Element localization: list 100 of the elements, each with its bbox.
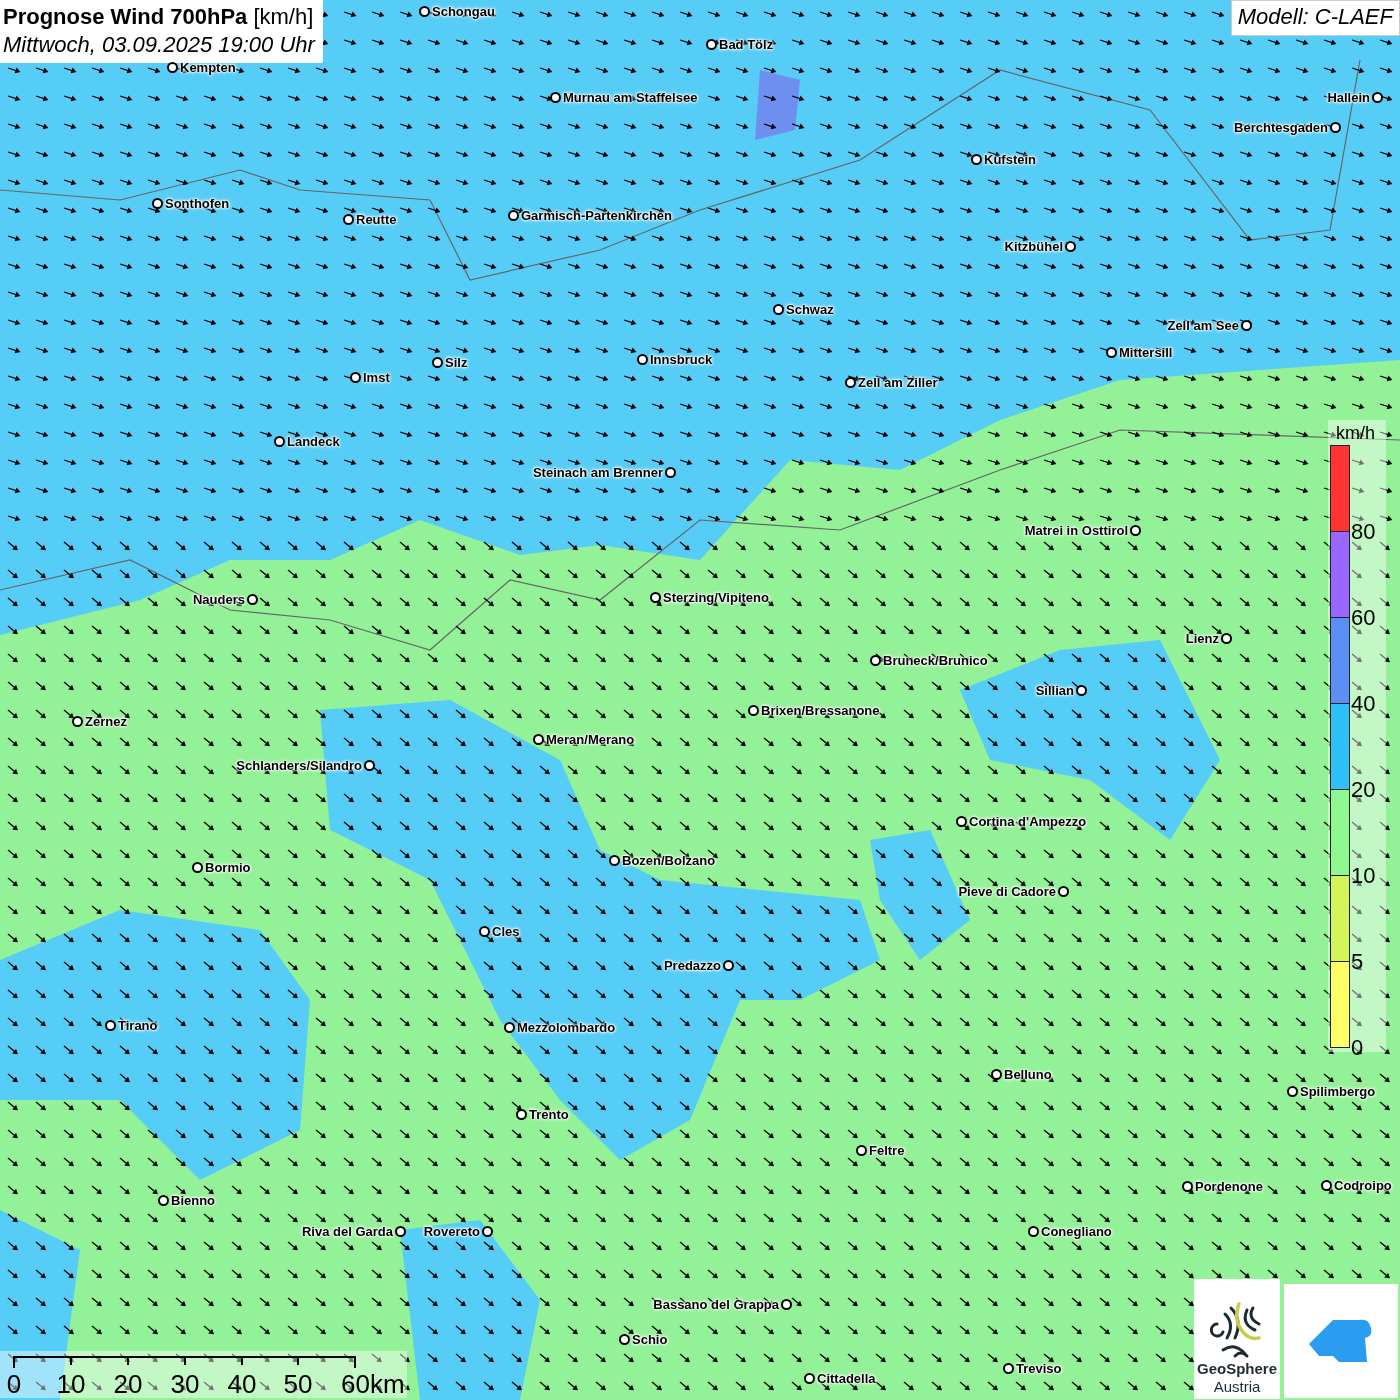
location-dot-icon	[991, 1069, 1002, 1080]
city-label: Meran/Merano	[546, 732, 635, 747]
city-label: Hallein	[1327, 90, 1370, 105]
location-dot-icon	[870, 655, 881, 666]
legend-label: 20	[1351, 778, 1376, 802]
city-label: Sonthofen	[165, 196, 230, 211]
location-dot-icon	[192, 862, 203, 873]
scale-label: 50	[283, 1370, 313, 1398]
city-label: Schio	[632, 1332, 668, 1347]
city-label: Zernez	[85, 714, 127, 729]
scale-label: 30	[170, 1370, 200, 1398]
legend-label: 10	[1351, 864, 1376, 888]
city-label: Cittadella	[817, 1371, 876, 1386]
location-dot-icon	[971, 154, 982, 165]
city-label: Imst	[363, 370, 390, 385]
location-dot-icon	[72, 716, 83, 727]
scale-label: 0	[6, 1370, 22, 1398]
location-dot-icon	[1241, 320, 1252, 331]
city-label: Brixen/Bressanone	[761, 703, 880, 718]
city-label: Reutte	[356, 212, 397, 227]
city-label: Kitzbühel	[1004, 239, 1063, 254]
city-label: Bormio	[205, 860, 251, 875]
location-dot-icon	[1321, 1180, 1332, 1191]
scale-label: 20	[113, 1370, 143, 1398]
city-label: Codroipo	[1334, 1178, 1392, 1193]
city-label: Garmisch-Partenkirchen	[521, 208, 672, 223]
location-dot-icon	[1372, 92, 1383, 103]
model-label: Modell: C-LAEF	[1230, 0, 1400, 36]
location-dot-icon	[1130, 525, 1141, 536]
location-dot-icon	[619, 1334, 630, 1345]
city-label: Pordenone	[1195, 1179, 1263, 1194]
location-dot-icon	[1028, 1226, 1039, 1237]
city-label: Schongau	[432, 4, 495, 19]
scale-label: 10	[56, 1370, 86, 1398]
location-dot-icon	[343, 214, 354, 225]
location-dot-icon	[748, 705, 759, 716]
location-dot-icon	[1076, 685, 1087, 696]
city-label: Nauders	[192, 592, 245, 607]
city-label: Cortina d'Ampezzo	[969, 814, 1087, 829]
city-label: Silz	[445, 355, 468, 370]
city-label: Mezzolombardo	[517, 1020, 616, 1035]
city-label: Cles	[492, 924, 520, 939]
city-label: Bruneck/Brunico	[883, 653, 988, 668]
mountain-cloud-logo-icon	[1309, 1318, 1373, 1364]
location-dot-icon	[504, 1022, 515, 1033]
city-label: Spilimbergo	[1300, 1084, 1376, 1099]
location-dot-icon	[1003, 1363, 1014, 1374]
city-label: Berchtesgaden	[1234, 120, 1328, 135]
city-label: Trento	[529, 1107, 569, 1122]
scale-label: 40	[227, 1370, 257, 1398]
location-dot-icon	[247, 594, 258, 605]
location-dot-icon	[706, 39, 717, 50]
location-dot-icon	[482, 1226, 493, 1237]
location-dot-icon	[637, 354, 648, 365]
location-dot-icon	[533, 734, 544, 745]
city-label: Kufstein	[984, 152, 1036, 167]
location-dot-icon	[650, 592, 661, 603]
city-label: Sillian	[1035, 683, 1074, 698]
location-dot-icon	[609, 855, 620, 866]
location-dot-icon	[665, 467, 676, 478]
location-dot-icon	[432, 357, 443, 368]
city-label: Kempten	[180, 60, 236, 75]
scale-label: 60km	[341, 1370, 405, 1398]
location-dot-icon	[395, 1226, 406, 1237]
city-label: Schwaz	[786, 302, 834, 317]
location-dot-icon	[804, 1373, 815, 1384]
location-dot-icon	[1287, 1086, 1298, 1097]
map-title: Prognose Wind 700hPa [km/h]	[3, 3, 315, 31]
city-label: Tirano	[118, 1018, 158, 1033]
city-label: Innsbruck	[650, 352, 713, 367]
city-label: Treviso	[1016, 1361, 1062, 1376]
location-dot-icon	[158, 1195, 169, 1206]
location-dot-icon	[479, 926, 490, 937]
location-dot-icon	[350, 372, 361, 383]
location-dot-icon	[105, 1020, 116, 1031]
city-label: Rovereto	[423, 1224, 480, 1239]
location-dot-icon	[1106, 347, 1117, 358]
city-label: Riva del Garda	[301, 1224, 393, 1239]
city-label: Bassano del Grappa	[653, 1297, 779, 1312]
logo-name: GeoSphere	[1197, 1360, 1277, 1378]
location-dot-icon	[1330, 122, 1341, 133]
location-dot-icon	[152, 198, 163, 209]
location-dot-icon	[516, 1109, 527, 1120]
city-label: Landeck	[287, 434, 340, 449]
legend-unit: km/h	[1335, 422, 1376, 445]
location-dot-icon	[364, 760, 375, 771]
city-label: Mittersill	[1119, 345, 1173, 360]
location-dot-icon	[845, 377, 856, 388]
legend-label: 0	[1351, 1036, 1364, 1060]
location-dot-icon	[781, 1299, 792, 1310]
location-dot-icon	[856, 1145, 867, 1156]
location-dot-icon	[274, 436, 285, 447]
city-label: Schlanders/Silandro	[236, 758, 362, 773]
city-label: Murnau am Staffelsee	[563, 90, 698, 105]
location-dot-icon	[508, 210, 519, 221]
location-dot-icon	[1058, 886, 1069, 897]
city-label: Pieve di Cadore	[958, 884, 1056, 899]
location-dot-icon	[419, 6, 430, 17]
city-label: Conegliano	[1041, 1224, 1112, 1239]
location-dot-icon	[723, 960, 734, 971]
